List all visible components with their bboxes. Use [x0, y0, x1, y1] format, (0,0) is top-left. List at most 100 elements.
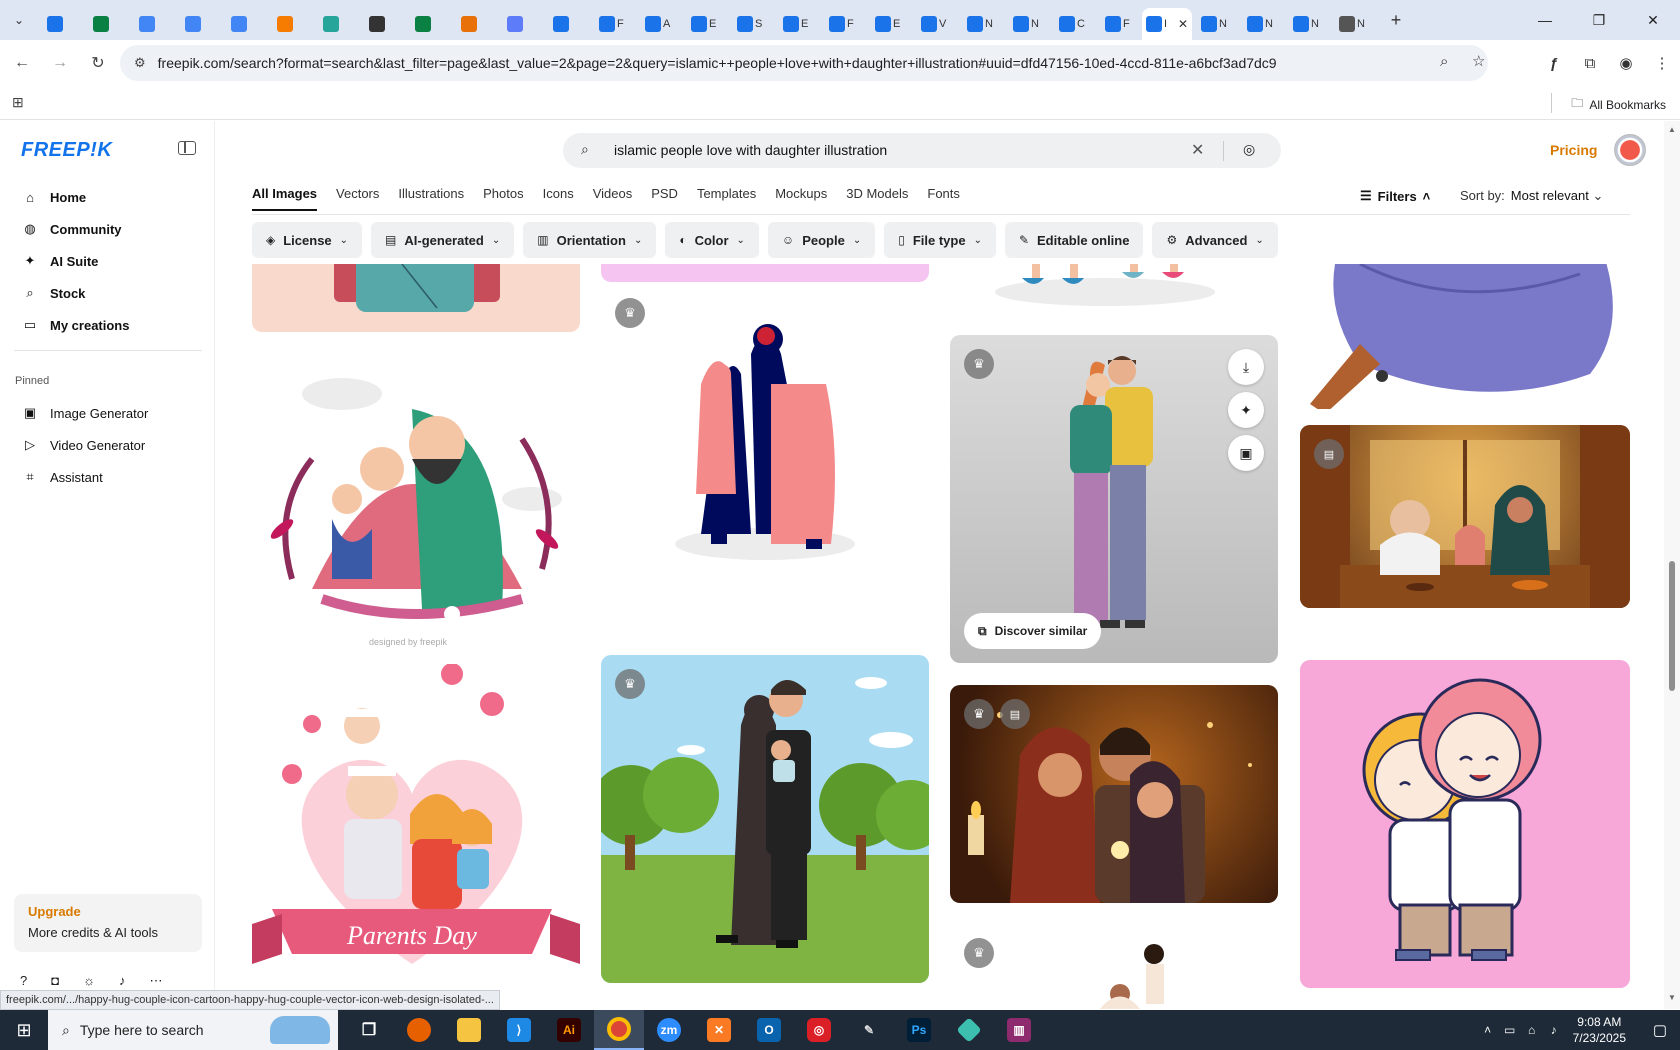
collapse-sidebar-icon[interactable]	[178, 141, 196, 155]
extension-icon[interactable]: ƒ	[1536, 45, 1572, 81]
tray-network-icon[interactable]: ⌂	[1521, 1023, 1543, 1037]
browser-tab[interactable]	[222, 8, 268, 40]
back-button[interactable]: ←	[6, 47, 38, 79]
photoshop-icon[interactable]: Ps	[894, 1010, 944, 1050]
all-bookmarks-button[interactable]: 🗀 All Bookmarks	[1571, 94, 1666, 115]
restore-button[interactable]: ❐	[1572, 0, 1626, 40]
app-diamond-icon[interactable]	[944, 1010, 994, 1050]
sort-dropdown[interactable]: Sort by: Most relevant ⌄	[1460, 188, 1603, 204]
browser-tab[interactable]	[406, 8, 452, 40]
forward-button[interactable]: →	[44, 47, 76, 79]
browser-tab[interactable]	[544, 8, 590, 40]
clear-search-icon[interactable]: ✕	[1191, 140, 1204, 160]
close-tab-icon[interactable]: ✕	[1178, 17, 1188, 31]
filter-chip-file-type[interactable]: ▯ File type ⌄	[884, 222, 996, 258]
reload-button[interactable]: ↻	[82, 47, 114, 79]
sidebar-item-image-generator[interactable]: ▣ Image Generator	[14, 397, 204, 429]
browser-tab[interactable]: N	[958, 8, 1004, 40]
browser-tab[interactable]: F	[820, 8, 866, 40]
browser-tab[interactable]	[314, 8, 360, 40]
discover-similar-button[interactable]: ⧉ Discover similar	[964, 613, 1102, 649]
vscode-icon[interactable]: ⟩	[494, 1010, 544, 1050]
upgrade-card[interactable]: Upgrade More credits & AI tools	[14, 894, 202, 952]
image-card-candle-family[interactable]: ♛ ▤	[950, 685, 1278, 903]
browser-tab[interactable]	[498, 8, 544, 40]
tab-photos[interactable]: Photos	[483, 186, 523, 211]
tray-volume-icon[interactable]: ♪	[1543, 1023, 1565, 1037]
bookmark-star-icon[interactable]: ☆	[1472, 52, 1485, 70]
image-card-family-wreath[interactable]: designed by freepik	[252, 349, 580, 649]
tab-videos[interactable]: Videos	[593, 186, 633, 211]
browser-tab[interactable]	[38, 8, 84, 40]
image-card-bottom-partial[interactable]: ♛	[950, 924, 1278, 1009]
filter-chip-editable-online[interactable]: ✎ Editable online	[1004, 222, 1144, 258]
notification-center-icon[interactable]: ▢	[1640, 1021, 1680, 1039]
tab-all-images[interactable]: All Images	[252, 186, 318, 211]
browser-tab[interactable]	[176, 8, 222, 40]
tab-search-button[interactable]: ⌄	[6, 7, 32, 33]
filter-chip-ai-generated[interactable]: ▤ AI-generated ⌄	[371, 222, 515, 258]
tray-display-icon[interactable]: ▭	[1499, 1023, 1521, 1037]
theme-icon[interactable]: ☼	[83, 973, 95, 989]
tray-chevron-up-icon[interactable]: ˄	[1477, 1023, 1499, 1037]
browser-tab[interactable]: V	[912, 8, 958, 40]
chrome-icon[interactable]	[594, 1010, 644, 1050]
browser-tab[interactable]: A	[636, 8, 682, 40]
scrollbar-thumb[interactable]	[1669, 561, 1675, 691]
browser-tab[interactable]: I ✕	[1142, 8, 1192, 40]
filter-chip-orientation[interactable]: ▥ Orientation ⌄	[523, 222, 657, 258]
camera-search-icon[interactable]: ◎	[1243, 141, 1255, 158]
file-explorer-icon[interactable]	[444, 1010, 494, 1050]
tab-vectors[interactable]: Vectors	[336, 186, 379, 211]
browser-tab[interactable]: S	[728, 8, 774, 40]
image-card-kids-feet[interactable]	[950, 264, 1278, 310]
minimize-button[interactable]: —	[1518, 0, 1572, 40]
scroll-up-arrow-icon[interactable]: ▲	[1668, 125, 1676, 134]
browser-tab[interactable]	[452, 8, 498, 40]
image-card-family-dinner[interactable]: ▤	[1300, 425, 1630, 608]
filter-chip-advanced[interactable]: ⚙ Advanced ⌄	[1152, 222, 1278, 258]
site-info-icon[interactable]: ⚙	[134, 55, 146, 71]
taskbar-clock[interactable]: 9:08 AM 7/23/2025	[1573, 1014, 1626, 1046]
browser-tab[interactable]	[360, 8, 406, 40]
winrar-icon[interactable]: ▥	[994, 1010, 1044, 1050]
filter-chip-license[interactable]: ◈ License ⌄	[252, 222, 363, 258]
tab-psd[interactable]: PSD	[651, 186, 678, 211]
taskbar-search-box[interactable]: ⌕ Type here to search	[48, 1010, 338, 1050]
zoom-app-icon[interactable]: zm	[644, 1010, 694, 1050]
image-card-pink-top[interactable]	[601, 264, 929, 282]
add-to-collection-icon[interactable]: ▣	[1228, 435, 1264, 471]
creative-cloud-icon[interactable]: ◎	[794, 1010, 844, 1050]
browser-tab[interactable]: E	[866, 8, 912, 40]
url-text[interactable]: freepik.com/search?format=search&last_fi…	[158, 55, 1277, 71]
filter-chip-people[interactable]: ☺ People ⌄	[767, 222, 876, 258]
browser-tab[interactable]: N	[1284, 8, 1330, 40]
sidebar-item-stock[interactable]: ⌕ Stock	[14, 277, 204, 309]
freepik-logo[interactable]: FREEP!K	[21, 139, 112, 162]
browser-tab[interactable]	[130, 8, 176, 40]
notifications-bell-icon[interactable]: ♪	[119, 973, 126, 989]
extensions-puzzle-icon[interactable]: ⧉	[1572, 45, 1608, 81]
xampp-icon[interactable]: ✕	[694, 1010, 744, 1050]
firefox-icon[interactable]	[394, 1010, 444, 1050]
new-tab-button[interactable]: +	[1382, 6, 1410, 34]
pen-tool-icon[interactable]: ✎	[844, 1010, 894, 1050]
task-view-icon[interactable]: ❐	[344, 1010, 394, 1050]
filter-chip-color[interactable]: ◐ Color ⌄	[665, 222, 759, 258]
pricing-link[interactable]: Pricing	[1550, 142, 1597, 158]
browser-tab[interactable]: N	[1238, 8, 1284, 40]
sidebar-item-assistant[interactable]: ⌗ Assistant	[14, 461, 204, 493]
outlook-icon[interactable]: O	[744, 1010, 794, 1050]
search-bar[interactable]: ⌕ islamic people love with daughter illu…	[563, 133, 1281, 168]
tab-icons[interactable]: Icons	[543, 186, 574, 211]
ai-edit-sparkle-icon[interactable]: ✦	[1228, 392, 1264, 428]
windows-start-icon[interactable]: ⊞	[0, 1010, 48, 1050]
menu-kebab-icon[interactable]: ⋮	[1644, 45, 1680, 81]
filters-toggle[interactable]: ☰ Filters ˄	[1360, 188, 1430, 204]
image-card-purple-figure[interactable]	[1300, 264, 1630, 409]
browser-tab[interactable]: N	[1004, 8, 1050, 40]
sidebar-item-video-generator[interactable]: ▷ Video Generator	[14, 429, 204, 461]
browser-tab[interactable]: C	[1050, 8, 1096, 40]
sidebar-item-home[interactable]: ⌂ Home	[14, 181, 204, 213]
sidebar-item-community[interactable]: ◍ Community	[14, 213, 204, 245]
